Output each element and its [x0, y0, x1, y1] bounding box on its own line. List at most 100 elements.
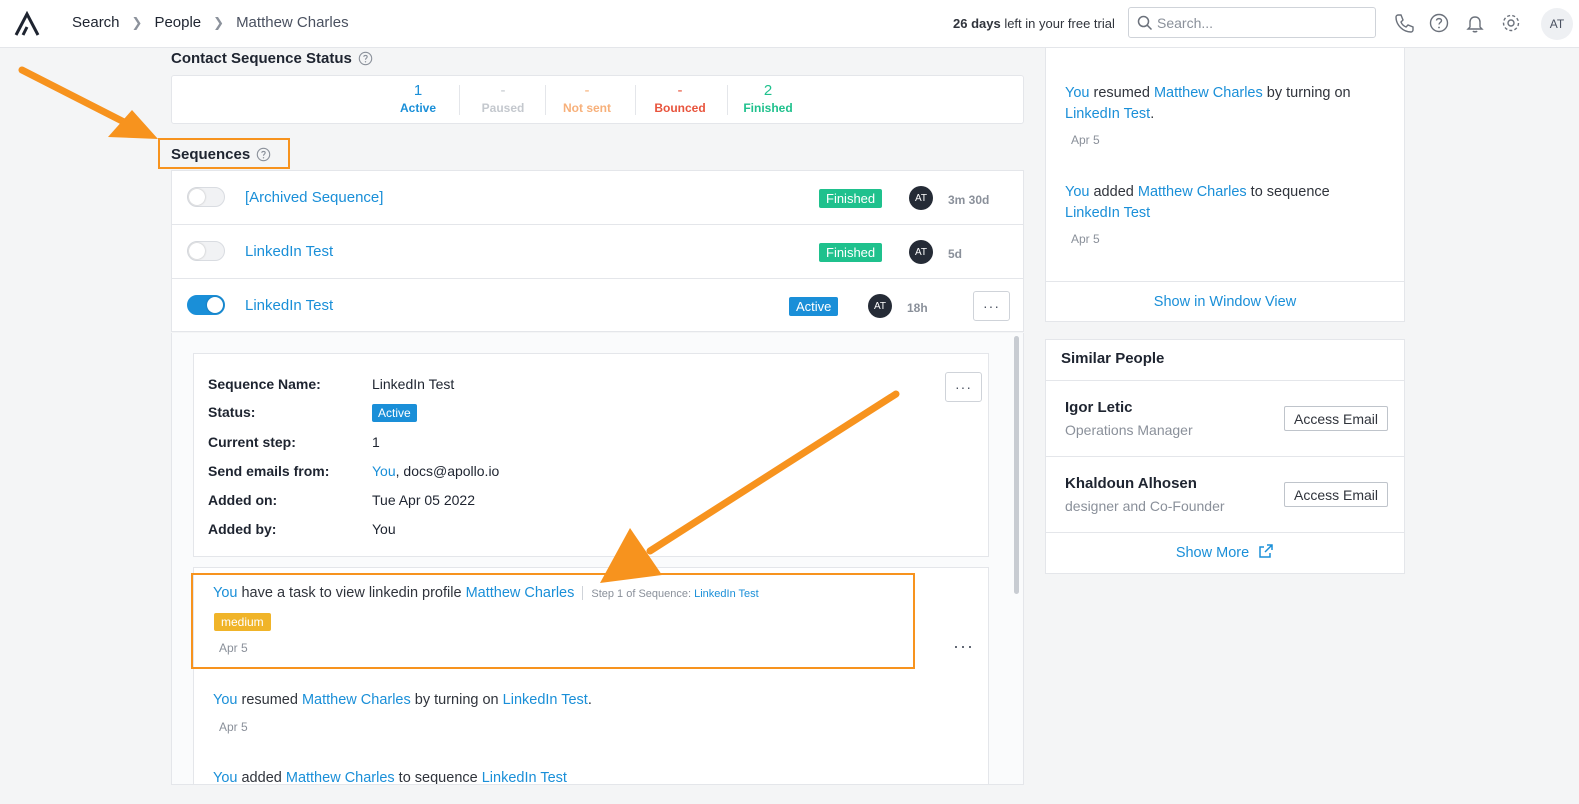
- activity-sequence-link[interactable]: LinkedIn Test: [482, 770, 567, 784]
- step-sequence-link[interactable]: LinkedIn Test: [694, 588, 759, 600]
- activity-person-link[interactable]: Matthew Charles: [466, 585, 575, 601]
- sender-email: , docs@apollo.io: [395, 463, 500, 479]
- sequence-age: 3m 30d: [948, 193, 990, 207]
- sequence-toggle[interactable]: [187, 295, 225, 315]
- activity-text: added: [237, 770, 286, 785]
- status-badge: Finished: [819, 189, 883, 208]
- contact-sequence-status-title: Contact Sequence Status: [171, 50, 352, 67]
- sequence-toggle[interactable]: [187, 241, 225, 261]
- stat-paused-value: -: [500, 82, 506, 99]
- value-current-step: 1: [372, 434, 380, 450]
- activity-text: to sequence: [1246, 184, 1330, 200]
- contact-sequence-status-card: 1 Active - Paused - Not sent - Bounced 2…: [171, 75, 1024, 124]
- sequence-name-link[interactable]: LinkedIn Test: [245, 297, 333, 314]
- sequence-age: 18h: [907, 301, 928, 315]
- value-added-by[interactable]: You: [372, 521, 396, 537]
- user-avatar[interactable]: AT: [1541, 8, 1573, 40]
- apollo-logo-icon[interactable]: [14, 11, 40, 37]
- person-title: designer and Co-Founder: [1065, 498, 1225, 514]
- stat-not-sent-label: Not sent: [563, 101, 611, 115]
- label-sequence-name: Sequence Name:: [208, 376, 321, 392]
- label-current-step: Current step:: [208, 434, 296, 450]
- activity-user-link[interactable]: You: [213, 770, 237, 784]
- activity-text: to sequence: [394, 770, 482, 785]
- stat-finished-label: Finished: [743, 101, 793, 115]
- divider: [582, 586, 584, 601]
- global-search[interactable]: [1128, 7, 1376, 38]
- sequence-row: LinkedIn Test Active AT 18h ···: [172, 279, 1023, 333]
- activity-text: .: [587, 692, 592, 708]
- breadcrumb-search[interactable]: Search: [72, 14, 120, 31]
- stat-paused-label: Paused: [481, 101, 525, 115]
- activity-sequence-link[interactable]: LinkedIn Test: [1065, 106, 1150, 122]
- activity-user-link[interactable]: You: [213, 692, 237, 708]
- trial-days: 26 days: [953, 16, 1001, 31]
- show-in-window-view-link[interactable]: Show in Window View: [1046, 281, 1404, 321]
- help-icon[interactable]: [1428, 12, 1450, 34]
- sender-link[interactable]: You: [372, 463, 396, 479]
- scrollbar[interactable]: [1014, 336, 1019, 594]
- activity-person-link[interactable]: Matthew Charles: [286, 770, 395, 784]
- person-name[interactable]: Igor Letic: [1065, 399, 1133, 416]
- label-send-emails-from: Send emails from:: [208, 463, 330, 479]
- stat-not-sent-value: -: [584, 82, 590, 99]
- sequence-detail-panel: ··· Sequence Name: LinkedIn Test Status:…: [171, 333, 1024, 785]
- search-icon: [1137, 15, 1153, 31]
- stat-paused[interactable]: - Paused: [475, 82, 531, 116]
- external-link-icon: [1259, 544, 1273, 558]
- gear-icon[interactable]: [1500, 12, 1522, 34]
- chevron-right-icon: ❯: [131, 14, 143, 30]
- phone-icon[interactable]: [1393, 12, 1415, 34]
- more-options-icon[interactable]: ···: [953, 636, 974, 657]
- sequence-age: 5d: [948, 247, 963, 261]
- added-activity: You added Matthew Charles to sequence Li…: [1065, 182, 1385, 224]
- similar-person-row: Khaldoun Alhosen designer and Co-Founder…: [1046, 456, 1404, 533]
- arrow-to-sequences: [18, 66, 158, 139]
- task-activity: You have a task to view linkedin profile…: [213, 585, 759, 601]
- stat-bounced[interactable]: - Bounced: [648, 82, 712, 116]
- activity-user-link[interactable]: You: [1065, 184, 1089, 200]
- stat-active[interactable]: 1 Active: [398, 82, 438, 116]
- resumed-activity: You resumed Matthew Charles by turning o…: [213, 692, 592, 708]
- chevron-right-icon: ❯: [213, 14, 225, 30]
- bell-icon[interactable]: [1464, 12, 1486, 34]
- activity-text: have a task to view linkedin profile: [237, 585, 466, 601]
- status-badge: Active: [372, 404, 417, 422]
- toggle-knob: [189, 189, 205, 205]
- activity-sequence-link[interactable]: LinkedIn Test: [503, 692, 588, 708]
- search-input[interactable]: [1157, 12, 1367, 34]
- show-more-link[interactable]: Show More: [1046, 532, 1404, 573]
- activity-person-link[interactable]: Matthew Charles: [1154, 85, 1263, 101]
- access-email-button[interactable]: Access Email: [1284, 406, 1388, 431]
- stat-finished[interactable]: 2 Finished: [737, 82, 799, 116]
- activity-text: resumed: [1089, 85, 1154, 101]
- activity-date: Apr 5: [1071, 232, 1100, 246]
- question-circle-icon[interactable]: [358, 51, 373, 66]
- person-name[interactable]: Khaldoun Alhosen: [1065, 475, 1197, 492]
- stat-not-sent[interactable]: - Not sent: [554, 82, 620, 116]
- toggle-knob: [207, 297, 223, 313]
- access-email-button[interactable]: Access Email: [1284, 482, 1388, 507]
- sequence-name-link[interactable]: [Archived Sequence]: [245, 189, 383, 206]
- sequence-toggle[interactable]: [187, 187, 225, 207]
- activity-user-link[interactable]: You: [213, 585, 237, 601]
- activity-text: .: [1150, 106, 1155, 122]
- person-title: Operations Manager: [1065, 422, 1193, 438]
- activity-date: Apr 5: [219, 641, 248, 655]
- breadcrumb-people[interactable]: People: [154, 14, 201, 31]
- contact-sequence-status-heading: Contact Sequence Status: [171, 50, 373, 67]
- stat-active-value: 1: [413, 82, 423, 99]
- similar-people-card: Similar People Igor Letic Operations Man…: [1045, 339, 1405, 574]
- more-options-button[interactable]: ···: [945, 372, 982, 402]
- value-sequence-name[interactable]: LinkedIn Test: [372, 376, 454, 392]
- question-circle-icon[interactable]: [256, 147, 271, 162]
- activity-user-link[interactable]: You: [1065, 85, 1089, 101]
- sequence-name-link[interactable]: LinkedIn Test: [245, 243, 333, 260]
- stat-active-label: Active: [399, 101, 437, 115]
- activity-person-link[interactable]: Matthew Charles: [1138, 184, 1247, 200]
- stat-bounced-value: -: [677, 82, 683, 99]
- more-options-button[interactable]: ···: [973, 291, 1010, 321]
- activity-person-link[interactable]: Matthew Charles: [302, 692, 411, 708]
- activity-sequence-link[interactable]: LinkedIn Test: [1065, 205, 1150, 221]
- status-badge: Active: [789, 297, 839, 316]
